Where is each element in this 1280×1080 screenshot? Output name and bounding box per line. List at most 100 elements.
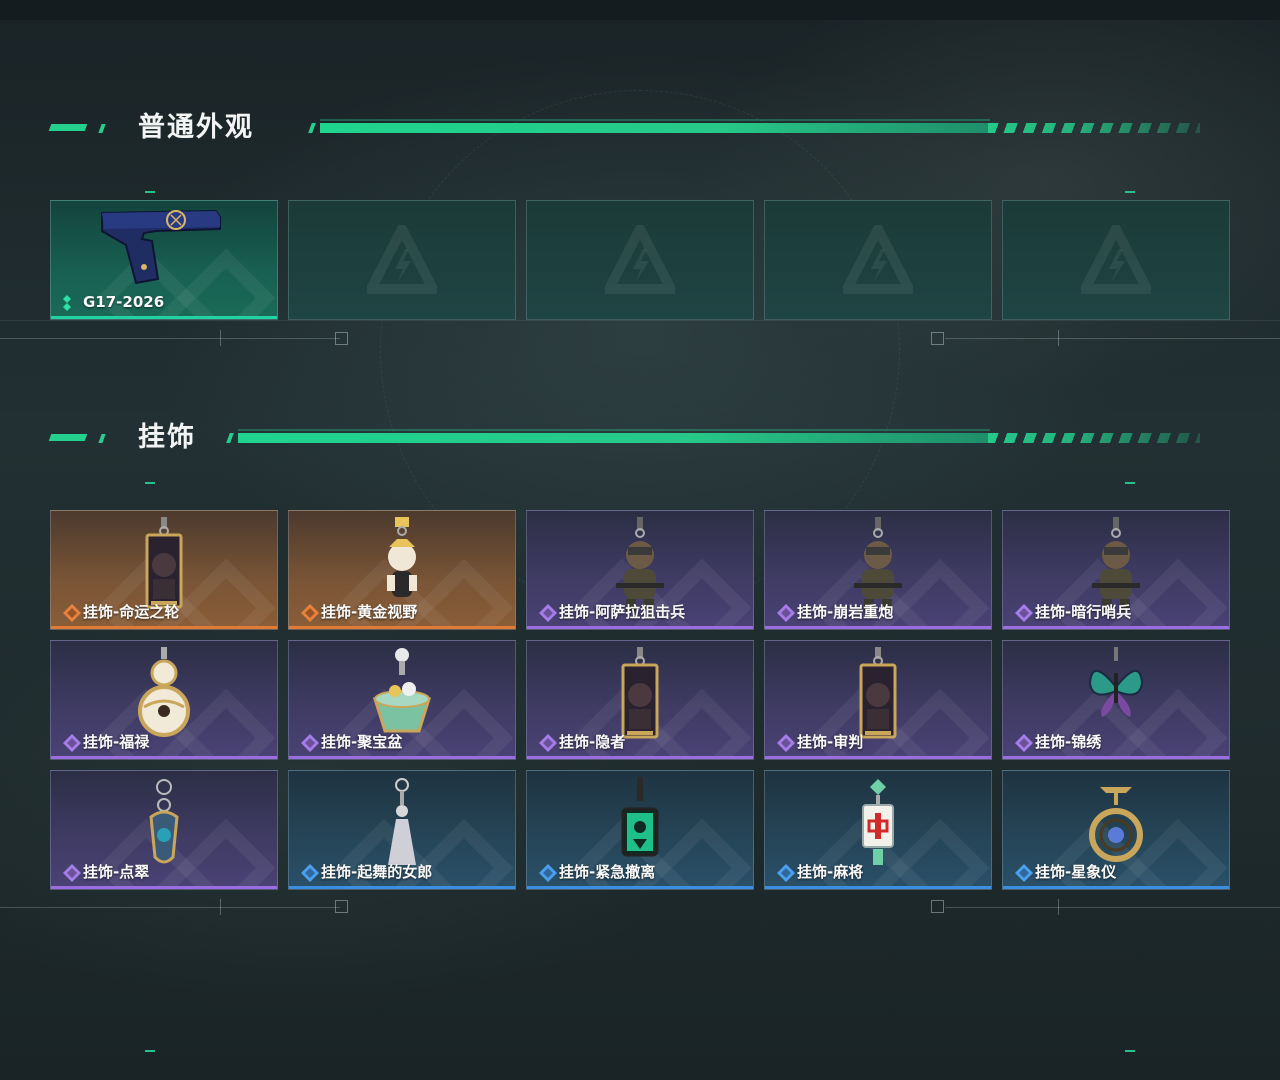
ruler-line — [0, 907, 340, 908]
rarity-diamond-icon — [539, 864, 557, 882]
item-card[interactable]: 挂饰-星象仪 — [1002, 770, 1230, 890]
rarity-bar — [51, 316, 277, 319]
item-label: 挂饰-暗行哨兵 — [1035, 603, 1132, 621]
corner-tick — [145, 482, 155, 484]
ruler-square — [931, 332, 944, 345]
item-card[interactable]: 挂饰-审判 — [764, 640, 992, 760]
butterfly-charm-icon — [1086, 647, 1146, 731]
item-label: 挂饰-紧急撤离 — [559, 863, 656, 881]
item-label: 挂饰-隐者 — [559, 733, 626, 751]
item-label: 挂饰-麻将 — [797, 863, 864, 881]
item-card[interactable]: 挂饰-暗行哨兵 — [1002, 510, 1230, 630]
header-progress-bar — [226, 429, 1200, 444]
card-decoration — [414, 558, 514, 629]
rarity-bar — [527, 626, 753, 629]
rarity-diamond-icon — [301, 864, 319, 882]
item-card[interactable]: 挂饰-起舞的女郎 — [288, 770, 516, 890]
ruler-line — [0, 338, 340, 339]
rarity-bar — [289, 886, 515, 889]
rarity-diamond-icon — [1015, 734, 1033, 752]
rarity-bar — [51, 756, 277, 759]
card-decoration — [652, 818, 752, 889]
ruler-line — [945, 907, 1280, 908]
item-label: G17-2026 — [83, 293, 165, 311]
rarity-diamond-icon — [63, 604, 81, 622]
section-title: 挂饰 — [138, 422, 196, 453]
corner-tick — [1125, 1050, 1135, 1052]
item-label: 挂饰-崩岩重炮 — [797, 603, 894, 621]
rarity-bar — [1003, 886, 1229, 889]
rarity-bar — [527, 756, 753, 759]
item-card[interactable]: 挂饰-阿萨拉狙击兵 — [526, 510, 754, 630]
rarity-bar — [765, 886, 991, 889]
item-label: 挂饰-点翠 — [83, 863, 150, 881]
empty-slot-logo-icon — [600, 218, 680, 299]
corner-tick — [145, 1050, 155, 1052]
card-decoration — [890, 818, 990, 889]
item-card[interactable]: 挂饰-聚宝盆 — [288, 640, 516, 760]
ruler-square — [335, 332, 348, 345]
header-dash — [48, 434, 88, 441]
pistol-icon — [96, 205, 226, 289]
rarity-bar — [765, 756, 991, 759]
ruler-mark — [1058, 330, 1059, 346]
empty-slot-logo-icon — [1076, 218, 1156, 299]
empty-item-slot[interactable] — [1002, 200, 1230, 320]
rarity-bar — [51, 626, 277, 629]
item-card[interactable]: 挂饰-点翠 — [50, 770, 278, 890]
empty-item-slot[interactable] — [288, 200, 516, 320]
corner-tick — [1125, 191, 1135, 193]
ruler-mark — [220, 330, 221, 346]
item-card[interactable]: G17-2026 — [50, 200, 278, 320]
item-card[interactable]: 挂饰-紧急撤离 — [526, 770, 754, 890]
section-header-normal-skins: 普通外观 — [48, 108, 1200, 148]
divider-line — [0, 320, 1280, 321]
rarity-diamond-icon — [63, 294, 79, 311]
top-bar — [0, 0, 1280, 20]
ruler-line — [945, 338, 1280, 339]
item-label: 挂饰-福禄 — [83, 733, 150, 751]
ruler-mark — [1058, 899, 1059, 915]
card-decoration — [890, 688, 990, 759]
rarity-diamond-icon — [301, 604, 319, 622]
item-card[interactable]: 挂饰-黄金视野 — [288, 510, 516, 630]
empty-slot-logo-icon — [838, 218, 918, 299]
header-dash — [98, 434, 106, 443]
card-decoration — [652, 688, 752, 759]
corner-tick — [1125, 482, 1135, 484]
rarity-bar — [289, 756, 515, 759]
rarity-bar — [1003, 756, 1229, 759]
rarity-diamond-icon — [777, 734, 795, 752]
rarity-bar — [289, 626, 515, 629]
item-label: 挂饰-命运之轮 — [83, 603, 180, 621]
rarity-bar — [1003, 626, 1229, 629]
item-card[interactable]: 挂饰-麻将 — [764, 770, 992, 890]
empty-item-slot[interactable] — [526, 200, 754, 320]
item-card[interactable]: 挂饰-锦绣 — [1002, 640, 1230, 760]
ruler-square — [931, 900, 944, 913]
rarity-diamond-icon — [539, 604, 557, 622]
rarity-diamond-icon — [301, 734, 319, 752]
item-card[interactable]: 挂饰-福禄 — [50, 640, 278, 760]
item-label: 挂饰-锦绣 — [1035, 733, 1102, 751]
section-title: 普通外观 — [138, 112, 254, 143]
header-progress-bar — [308, 119, 1200, 134]
item-label: 挂饰-聚宝盆 — [321, 733, 403, 751]
item-label: 挂饰-星象仪 — [1035, 863, 1117, 881]
card-decoration — [176, 818, 276, 889]
rarity-diamond-icon — [1015, 604, 1033, 622]
rarity-bar — [51, 886, 277, 889]
ruler-mark — [220, 899, 221, 915]
item-card[interactable]: 挂饰-命运之轮 — [50, 510, 278, 630]
item-card[interactable]: 挂饰-崩岩重炮 — [764, 510, 992, 630]
rarity-diamond-icon — [63, 864, 81, 882]
item-label: 挂饰-审判 — [797, 733, 864, 751]
header-dash — [48, 124, 88, 131]
card-decoration — [176, 558, 276, 629]
empty-item-slot[interactable] — [764, 200, 992, 320]
rarity-diamond-icon — [539, 734, 557, 752]
item-card[interactable]: 挂饰-隐者 — [526, 640, 754, 760]
item-label: 挂饰-起舞的女郎 — [321, 863, 433, 881]
rarity-diamond-icon — [63, 734, 81, 752]
section-header-charms: 挂饰 — [48, 418, 1200, 458]
